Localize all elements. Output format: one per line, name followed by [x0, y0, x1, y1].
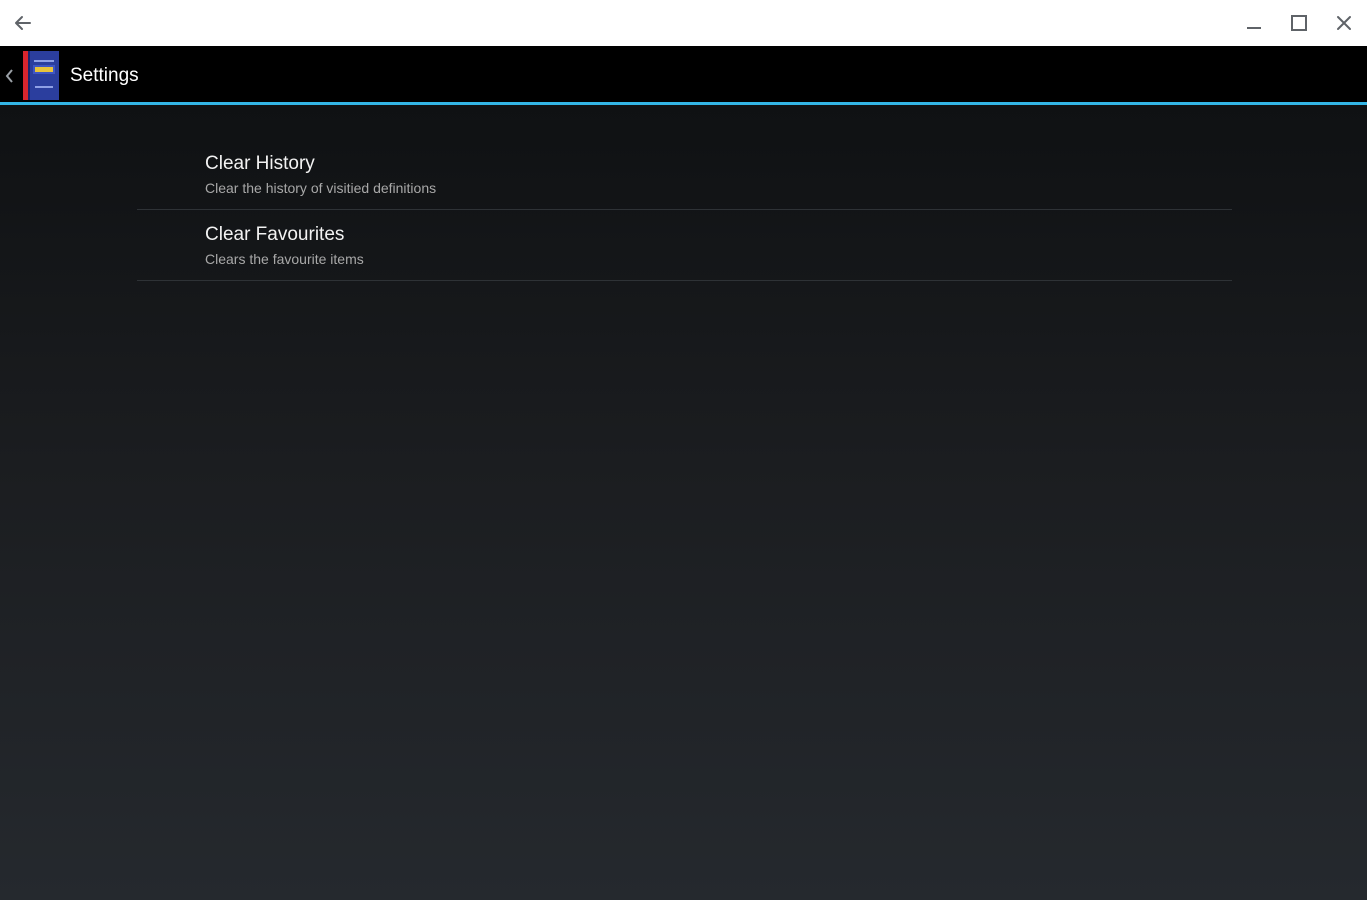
preference-title: Clear Favourites: [205, 224, 345, 245]
arrow-left-icon: [15, 16, 31, 30]
maximize-icon: [1291, 15, 1307, 31]
clear-history-preference[interactable]: Clear History Clear the history of visit…: [137, 139, 1232, 210]
action-bar: [0, 46, 1367, 102]
window-maximize-button[interactable]: [1277, 0, 1321, 46]
window-back-button[interactable]: [1, 0, 45, 46]
up-navigation-button[interactable]: [2, 66, 16, 86]
settings-content: Clear History Clear the history of visit…: [0, 105, 1367, 900]
app-home-button[interactable]: [23, 51, 59, 100]
preference-title: Clear History: [205, 153, 315, 174]
clear-favourites-preference[interactable]: Clear Favourites Clears the favourite it…: [137, 210, 1232, 281]
preference-list: Clear History Clear the history of visit…: [137, 139, 1232, 281]
page-title: Settings: [70, 65, 139, 86]
dictionary-book-icon: [23, 51, 59, 100]
window-minimize-button[interactable]: [1232, 0, 1276, 46]
preference-summary: Clear the history of visitied definition…: [205, 180, 437, 196]
chevron-left-icon: [5, 69, 13, 83]
window-titlebar: [0, 0, 1367, 46]
preference-summary: Clears the favourite items: [205, 251, 364, 267]
window-close-button[interactable]: [1322, 0, 1366, 46]
minimize-icon: [1247, 27, 1261, 29]
close-icon: [1337, 16, 1351, 30]
